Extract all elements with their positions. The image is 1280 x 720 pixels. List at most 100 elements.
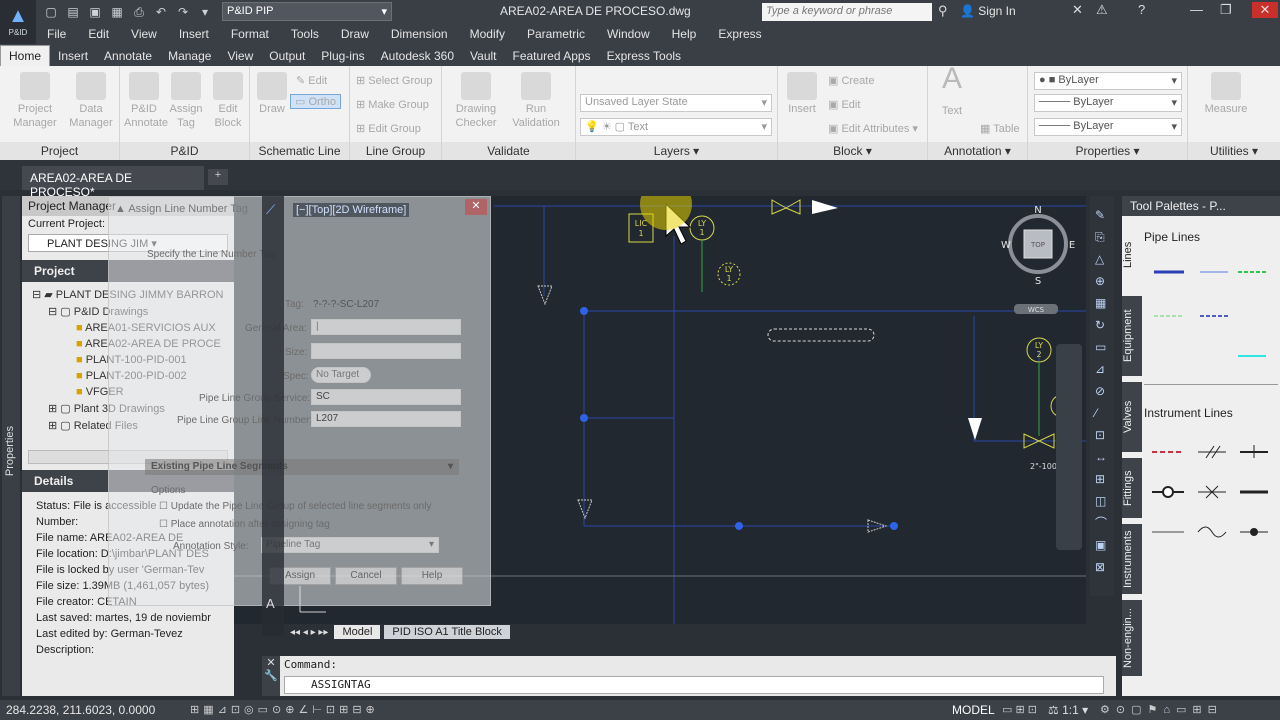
tab-vault[interactable]: Vault <box>462 46 504 66</box>
model-space-toggle[interactable]: MODEL <box>952 703 995 717</box>
new-tab-icon[interactable]: + <box>208 169 228 185</box>
tab-layout-title-block[interactable]: PID ISO A1 Title Block <box>384 625 510 639</box>
cancel-button[interactable]: Cancel <box>335 567 397 585</box>
panel-annotation-title[interactable]: Annotation ▾ <box>928 142 1027 160</box>
tab-featured-apps[interactable]: Featured Apps <box>505 46 599 66</box>
tab-express-tools[interactable]: Express Tools <box>599 46 689 66</box>
insert-block-button[interactable]: Insert <box>782 72 822 116</box>
menu-file[interactable]: File <box>47 27 66 41</box>
palette-tab-valves[interactable]: Valves <box>1122 382 1142 452</box>
undo-icon[interactable]: ↶ <box>152 3 170 21</box>
spec-selector[interactable]: No Target <box>311 367 371 383</box>
drawing-checker-button[interactable]: Drawing Checker <box>448 72 504 130</box>
pid-annotate-button[interactable]: P&ID Annotate <box>124 72 168 130</box>
edit-block-small-button[interactable]: ▣ Edit <box>828 98 860 111</box>
panel-block-title[interactable]: Block ▾ <box>778 142 927 160</box>
option-update-checkbox[interactable]: ☐ Update the Pipe Line Group of selected… <box>159 501 431 512</box>
panel-layers-title[interactable]: Layers ▾ <box>576 142 777 160</box>
schematic-edit-button[interactable]: ✎ Edit <box>296 74 327 87</box>
menu-tools[interactable]: Tools <box>291 27 319 41</box>
minimize-button[interactable]: — <box>1190 2 1203 17</box>
palette-tab-fittings[interactable]: Fittings <box>1122 458 1142 518</box>
create-block-button[interactable]: ▣ Create <box>828 74 874 87</box>
help-icon[interactable]: ? <box>1138 2 1145 17</box>
restore-button[interactable]: ❐ <box>1220 2 1232 18</box>
command-input[interactable]: ASSIGNTAG <box>284 676 1104 694</box>
document-tab[interactable]: AREA02-AREA DE PROCESO* <box>22 166 204 199</box>
command-close-icon[interactable]: ✕ 🔧 <box>262 656 280 696</box>
project-manager-button[interactable]: Project Manager <box>8 72 62 130</box>
open-folder-icon[interactable]: ▤ <box>64 3 82 21</box>
save-icon[interactable]: ▣ <box>86 3 104 21</box>
data-manager-button[interactable]: Data Manager <box>64 72 118 130</box>
draw-button[interactable]: Draw <box>254 72 290 116</box>
palette-tab-lines[interactable]: Lines <box>1122 220 1142 290</box>
menu-edit[interactable]: Edit <box>88 27 109 41</box>
drafting-toggles[interactable]: ⊞▦⊿⊡◎▭⊙⊕∠⊢⊡⊞⊟⊕ <box>190 703 379 716</box>
annotation-scale[interactable]: ⚖ 1:1 ▾ <box>1048 703 1088 717</box>
menu-help[interactable]: Help <box>672 27 697 41</box>
assign-line-number-tag-dialog[interactable]: ▲ Assign Line Number Tag [−][Top][2D Wir… <box>108 196 491 606</box>
tab-annotate[interactable]: Annotate <box>96 46 160 66</box>
menu-parametric[interactable]: Parametric <box>527 27 585 41</box>
palette-tab-instruments[interactable]: Instruments <box>1122 524 1142 594</box>
lineweight-dropdown[interactable]: ──── ByLayer ▾ <box>1034 118 1182 136</box>
line-number-input[interactable]: L207 <box>311 411 461 427</box>
layer-state-dropdown[interactable]: Unsaved Layer State ▾ <box>580 94 772 112</box>
panel-utilities-title[interactable]: Utilities ▾ <box>1188 142 1280 160</box>
size-input[interactable] <box>311 343 461 359</box>
option-annotation-checkbox[interactable]: ☐ Place annotation after assigning tag <box>159 519 330 530</box>
workspace-selector[interactable]: P&ID PIP ▾ <box>222 2 392 21</box>
ortho-toggle[interactable]: ▭ Ortho <box>290 94 341 109</box>
close-button[interactable]: ✕ <box>1252 2 1278 18</box>
tab-output[interactable]: Output <box>261 46 313 66</box>
print-icon[interactable]: ⎙ <box>130 3 148 21</box>
measure-button[interactable]: Measure <box>1198 72 1254 116</box>
menu-draw[interactable]: Draw <box>341 27 369 41</box>
search-input[interactable]: Type a keyword or phrase <box>762 3 932 21</box>
menu-dimension[interactable]: Dimension <box>391 27 448 41</box>
properties-side-tab[interactable]: Properties <box>4 426 16 476</box>
status-tray-icons[interactable]: ⚙⊙▢⚑⌂▭⊞⊟ <box>1100 703 1223 716</box>
edit-group-button[interactable]: ⊞ Edit Group <box>356 122 421 135</box>
viewport-tools-icons[interactable]: ▭ ⊞ ⊡ <box>1002 703 1037 716</box>
dialog-close-icon[interactable]: ✕ <box>465 199 487 215</box>
menu-express[interactable]: Express <box>718 27 761 41</box>
edit-attributes-button[interactable]: ▣ Edit Attributes ▾ <box>828 122 918 135</box>
help-button[interactable]: Help <box>401 567 463 585</box>
edit-block-button[interactable]: Edit Block <box>208 72 248 130</box>
annotation-style-dropdown[interactable]: Pipeline Tag ▾ <box>261 537 439 553</box>
make-group-button[interactable]: ⊞ Make Group <box>356 98 429 111</box>
tab-view[interactable]: View <box>219 46 261 66</box>
new-file-icon[interactable]: ▢ <box>42 3 60 21</box>
save-as-icon[interactable]: ▦ <box>108 3 126 21</box>
layout-nav-arrows[interactable]: ◂◂ ◂ ▸ ▸▸ <box>290 627 328 638</box>
warning-icon[interactable]: ⚠ <box>1096 2 1108 18</box>
menu-format[interactable]: Format <box>231 27 269 41</box>
sign-in-button[interactable]: 👤 Sign In <box>960 4 1016 18</box>
table-button[interactable]: ▦ Table <box>980 122 1020 135</box>
tab-autodesk-360[interactable]: Autodesk 360 <box>373 46 462 66</box>
binoculars-icon[interactable]: ⚲ <box>938 3 948 19</box>
text-button[interactable]: A Text <box>932 64 972 118</box>
text-tool-icon[interactable]: A <box>266 596 275 611</box>
existing-segments-header[interactable]: Existing Pipe Line Segments ▾ <box>145 459 459 475</box>
quick-access-dropdown-icon[interactable]: ▾ <box>196 3 214 21</box>
color-dropdown[interactable]: ● ■ ByLayer ▾ <box>1034 72 1182 90</box>
service-input[interactable]: SC <box>311 389 461 405</box>
exchange-icon[interactable]: ✕ <box>1072 2 1083 18</box>
application-menu-button[interactable]: ▲ P&ID <box>0 0 36 42</box>
line-tool-icon[interactable]: ⟋ <box>266 202 275 218</box>
menu-insert[interactable]: Insert <box>179 27 209 41</box>
tab-home[interactable]: Home <box>0 45 51 66</box>
tab-insert[interactable]: Insert <box>50 46 96 66</box>
linetype-dropdown[interactable]: ──── ByLayer ▾ <box>1034 94 1182 112</box>
panel-properties-title[interactable]: Properties ▾ <box>1028 142 1187 160</box>
select-group-button[interactable]: ⊞ Select Group <box>356 74 432 87</box>
redo-icon[interactable]: ↷ <box>174 3 192 21</box>
run-validation-button[interactable]: Run Validation <box>508 72 564 130</box>
general-area-input[interactable]: | <box>311 319 461 335</box>
tab-manage[interactable]: Manage <box>160 46 219 66</box>
viewport-controls[interactable]: [−][Top][2D Wireframe] <box>293 203 410 217</box>
menu-window[interactable]: Window <box>607 27 650 41</box>
